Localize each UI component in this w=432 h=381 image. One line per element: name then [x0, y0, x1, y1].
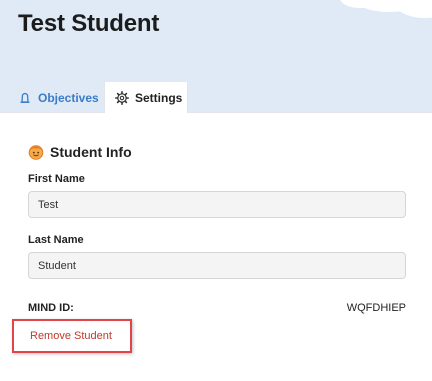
student-face-icon — [28, 144, 44, 160]
tab-bar: Objectives Settings — [0, 82, 432, 114]
cloud-decoration — [395, 0, 432, 18]
first-name-field[interactable] — [28, 191, 406, 218]
last-name-field[interactable] — [28, 252, 406, 279]
page-title: Test Student — [18, 10, 160, 37]
mind-id-label: MIND ID: — [28, 302, 74, 314]
remove-student-highlight: Remove Student — [12, 319, 132, 353]
last-name-label: Last Name — [28, 234, 84, 246]
gear-icon — [115, 91, 129, 105]
mind-id-value: WQFDHIEP — [346, 302, 406, 314]
tab-settings[interactable]: Settings — [104, 82, 188, 114]
tab-settings-label: Settings — [135, 91, 183, 105]
student-info-card: Student Info First Name Last Name MIND I… — [0, 113, 432, 381]
section-title: Student Info — [28, 144, 132, 160]
tab-objectives[interactable]: Objectives — [18, 82, 99, 113]
tab-objectives-label: Objectives — [38, 90, 99, 105]
section-title-text: Student Info — [50, 144, 132, 160]
remove-student-link[interactable]: Remove Student — [30, 330, 112, 342]
bell-icon — [18, 91, 32, 105]
first-name-label: First Name — [28, 173, 85, 185]
page-header: Test Student — [0, 0, 432, 82]
